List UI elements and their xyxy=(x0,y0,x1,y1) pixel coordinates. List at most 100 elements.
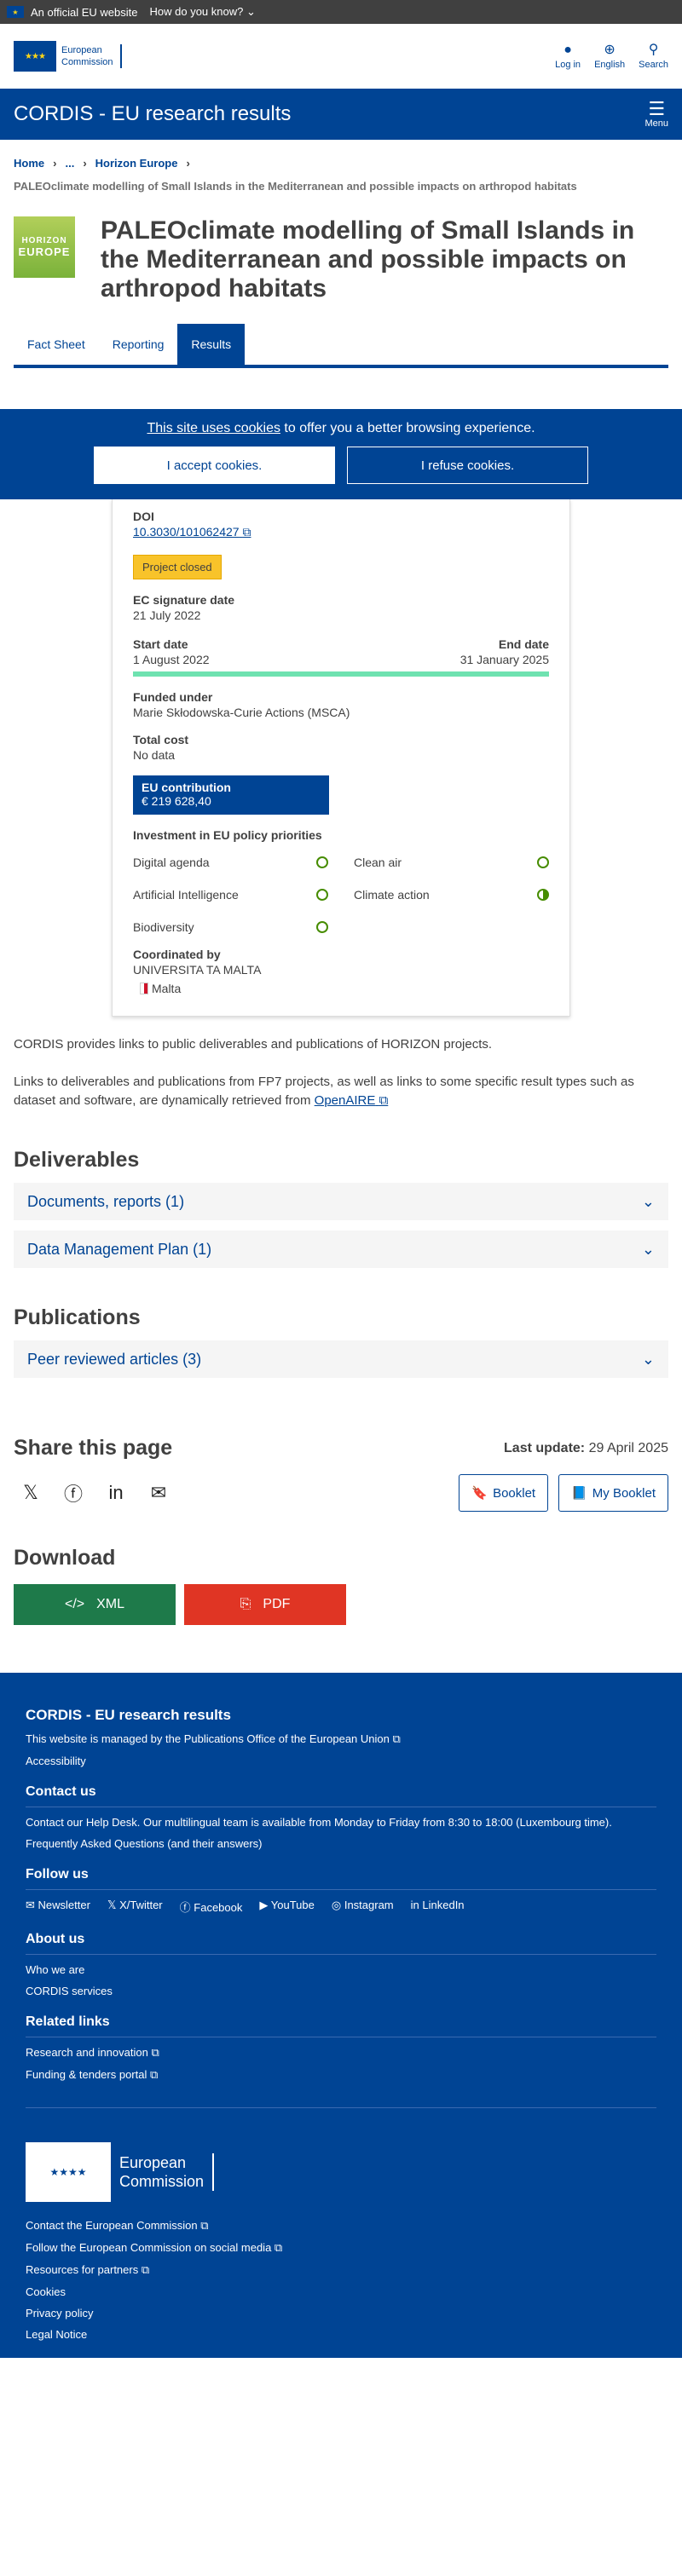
funding-tenders-link[interactable]: Funding & tenders portal ⧉ xyxy=(26,2068,656,2082)
download-xml-button[interactable]: </> XML xyxy=(14,1584,176,1625)
coordinated-by-label: Coordinated by xyxy=(133,948,221,961)
accordion-peer-reviewed-articles[interactable]: Peer reviewed articles (3) ⌄ xyxy=(14,1340,668,1378)
chevron-down-icon: ⌄ xyxy=(641,1240,655,1258)
login-button[interactable]: ● Log in xyxy=(555,43,581,70)
x-twitter-icon[interactable]: 𝕏 xyxy=(17,1479,44,1507)
language-button[interactable]: ⊕ English xyxy=(594,43,625,70)
chevron-right-icon: › xyxy=(186,157,190,170)
footer-newsletter-link[interactable]: ✉ Newsletter xyxy=(26,1899,90,1915)
publications-office-link[interactable]: Publications Office of the European Unio… xyxy=(184,1732,401,1745)
related-heading: Related links xyxy=(26,2014,656,2037)
envelope-icon: ✉ xyxy=(26,1899,35,1911)
contact-ec-link[interactable]: Contact the European Commission ⧉ xyxy=(26,2219,656,2233)
download-pdf-button[interactable]: ⎘ PDF xyxy=(184,1584,346,1625)
facebook-icon[interactable]: ⓕ xyxy=(60,1479,87,1507)
faq-text: Frequently Asked Questions (and their an… xyxy=(26,1837,263,1850)
ec-logo[interactable]: ★★★ European Commission xyxy=(14,41,122,72)
eu-flag-icon: ★★★ xyxy=(14,41,56,72)
policy-item: Biodiversity xyxy=(133,920,328,934)
publications-heading: Publications xyxy=(14,1305,141,1329)
menu-button[interactable]: ☰ Menu xyxy=(644,100,668,130)
malta-flag-icon xyxy=(140,983,148,994)
results-intro: CORDIS provides links to public delivera… xyxy=(14,1037,493,1052)
accept-cookies-button[interactable]: I accept cookies. xyxy=(94,447,335,484)
pdf-icon: ⎘ xyxy=(240,1597,251,1611)
cordis-services-link[interactable]: CORDIS services xyxy=(26,1985,656,1997)
chevron-down-icon: ⌄ xyxy=(641,1192,655,1210)
follow-heading: Follow us xyxy=(26,1867,656,1890)
download-heading: Download xyxy=(14,1546,116,1570)
footer-x-link[interactable]: 𝕏 X/Twitter xyxy=(107,1899,163,1915)
search-icon: ⚲ xyxy=(648,43,659,57)
cookies-link[interactable]: Cookies xyxy=(26,2285,656,2298)
share-heading: Share this page xyxy=(14,1436,173,1460)
tab-fact-sheet[interactable]: Fact Sheet xyxy=(14,324,99,365)
signature-date-value: 21 July 2022 xyxy=(133,608,201,622)
refuse-cookies-button[interactable]: I refuse cookies. xyxy=(347,447,588,484)
accordion-documents-reports[interactable]: Documents, reports (1) ⌄ xyxy=(14,1183,668,1220)
empty-circle-icon xyxy=(316,889,328,901)
cookie-text: to offer you a better browsing experienc… xyxy=(280,421,535,435)
privacy-policy-link[interactable]: Privacy policy xyxy=(26,2307,656,2320)
breadcrumb-horizon[interactable]: Horizon Europe xyxy=(95,157,178,170)
instagram-icon: ◎ xyxy=(331,1899,342,1911)
breadcrumb: Home › ... › Horizon Europe › xyxy=(0,140,682,173)
empty-circle-icon xyxy=(316,856,328,868)
total-cost-value: No data xyxy=(133,748,176,762)
helpdesk-link[interactable]: Contact our Help Desk xyxy=(26,1816,137,1829)
footer-facebook-link[interactable]: ⓕ Facebook xyxy=(180,1899,243,1915)
globe-icon: ⊕ xyxy=(604,43,616,57)
follow-ec-social-link[interactable]: Follow the European Commission on social… xyxy=(26,2241,656,2255)
funded-under-label: Funded under xyxy=(133,690,213,704)
footer-managed: This website is managed by the Publicati… xyxy=(26,1732,401,1745)
status-badge: Project closed xyxy=(133,555,222,579)
footer-ec-logo[interactable]: ★★★★ European Commission xyxy=(26,2142,656,2202)
project-tabs: Fact Sheet Reporting Results xyxy=(14,324,668,368)
external-link-icon: ⧉ xyxy=(379,1093,389,1108)
coordinator-country: Malta xyxy=(133,982,549,995)
booklet-button[interactable]: 🔖 Booklet xyxy=(459,1474,549,1512)
faq-link[interactable]: Frequently Asked Questions xyxy=(26,1837,165,1850)
deliverables-heading: Deliverables xyxy=(14,1148,140,1172)
helpdesk-text: Contact our Help Desk. Our multilingual … xyxy=(26,1816,612,1829)
doi-link[interactable]: 10.3030/101062427 ⧉ xyxy=(133,525,251,539)
linkedin-icon[interactable]: in xyxy=(102,1479,130,1507)
start-date-label: Start date xyxy=(133,637,188,651)
tab-results[interactable]: Results xyxy=(177,324,246,365)
footer-instagram-link[interactable]: ◎ Instagram xyxy=(332,1899,394,1915)
facebook-icon: ⓕ xyxy=(179,1901,191,1914)
code-icon: </> xyxy=(64,1597,85,1611)
youtube-icon: ▶ xyxy=(259,1899,269,1911)
accessibility-link[interactable]: Accessibility xyxy=(26,1755,656,1767)
who-we-are-link[interactable]: Who we are xyxy=(26,1963,656,1976)
my-booklet-button[interactable]: 📘 My Booklet xyxy=(558,1474,668,1512)
openaire-link[interactable]: OpenAIRE ⧉ xyxy=(315,1093,389,1108)
legal-notice-link[interactable]: Legal Notice xyxy=(26,2328,656,2341)
funded-under-value: Marie Skłodowska-Curie Actions (MSCA) xyxy=(133,706,350,719)
book-icon: 📘 xyxy=(571,1486,587,1501)
footer-title[interactable]: CORDIS - EU research results xyxy=(26,1707,656,1724)
footer-linkedin-link[interactable]: in LinkedIn xyxy=(411,1899,465,1915)
last-update: Last update: 29 April 2025 xyxy=(504,1440,668,1455)
page-title: PALEOclimate modelling of Small Islands … xyxy=(101,216,635,303)
resources-partners-link[interactable]: Resources for partners ⧉ xyxy=(26,2263,656,2277)
bookmark-icon: 🔖 xyxy=(471,1486,488,1501)
chevron-down-icon: ⌄ xyxy=(246,5,256,18)
eu-contribution-label: EU contribution xyxy=(142,781,231,794)
tab-reporting[interactable]: Reporting xyxy=(99,324,178,365)
signature-date-label: EC signature date xyxy=(133,593,235,607)
site-title[interactable]: CORDIS - EU research results xyxy=(14,102,291,126)
about-heading: About us xyxy=(26,1932,656,1955)
cookie-policy-link[interactable]: This site uses cookies xyxy=(147,421,280,435)
search-button[interactable]: ⚲ Search xyxy=(639,43,668,70)
horizon-europe-logo: HORIZON EUROPE xyxy=(14,216,75,278)
research-innovation-link[interactable]: Research and innovation ⧉ xyxy=(26,2046,656,2060)
user-icon: ● xyxy=(564,43,572,57)
breadcrumb-home[interactable]: Home xyxy=(14,157,44,170)
eu-flag-icon: ★★★★ xyxy=(26,2142,111,2202)
footer-youtube-link[interactable]: ▶ YouTube xyxy=(259,1899,314,1915)
accordion-data-management-plan[interactable]: Data Management Plan (1) ⌄ xyxy=(14,1230,668,1268)
breadcrumb-ellipsis[interactable]: ... xyxy=(65,157,74,170)
how-do-you-know-toggle[interactable]: How do you know? ⌄ xyxy=(150,5,256,19)
email-icon[interactable]: ✉ xyxy=(145,1479,172,1507)
